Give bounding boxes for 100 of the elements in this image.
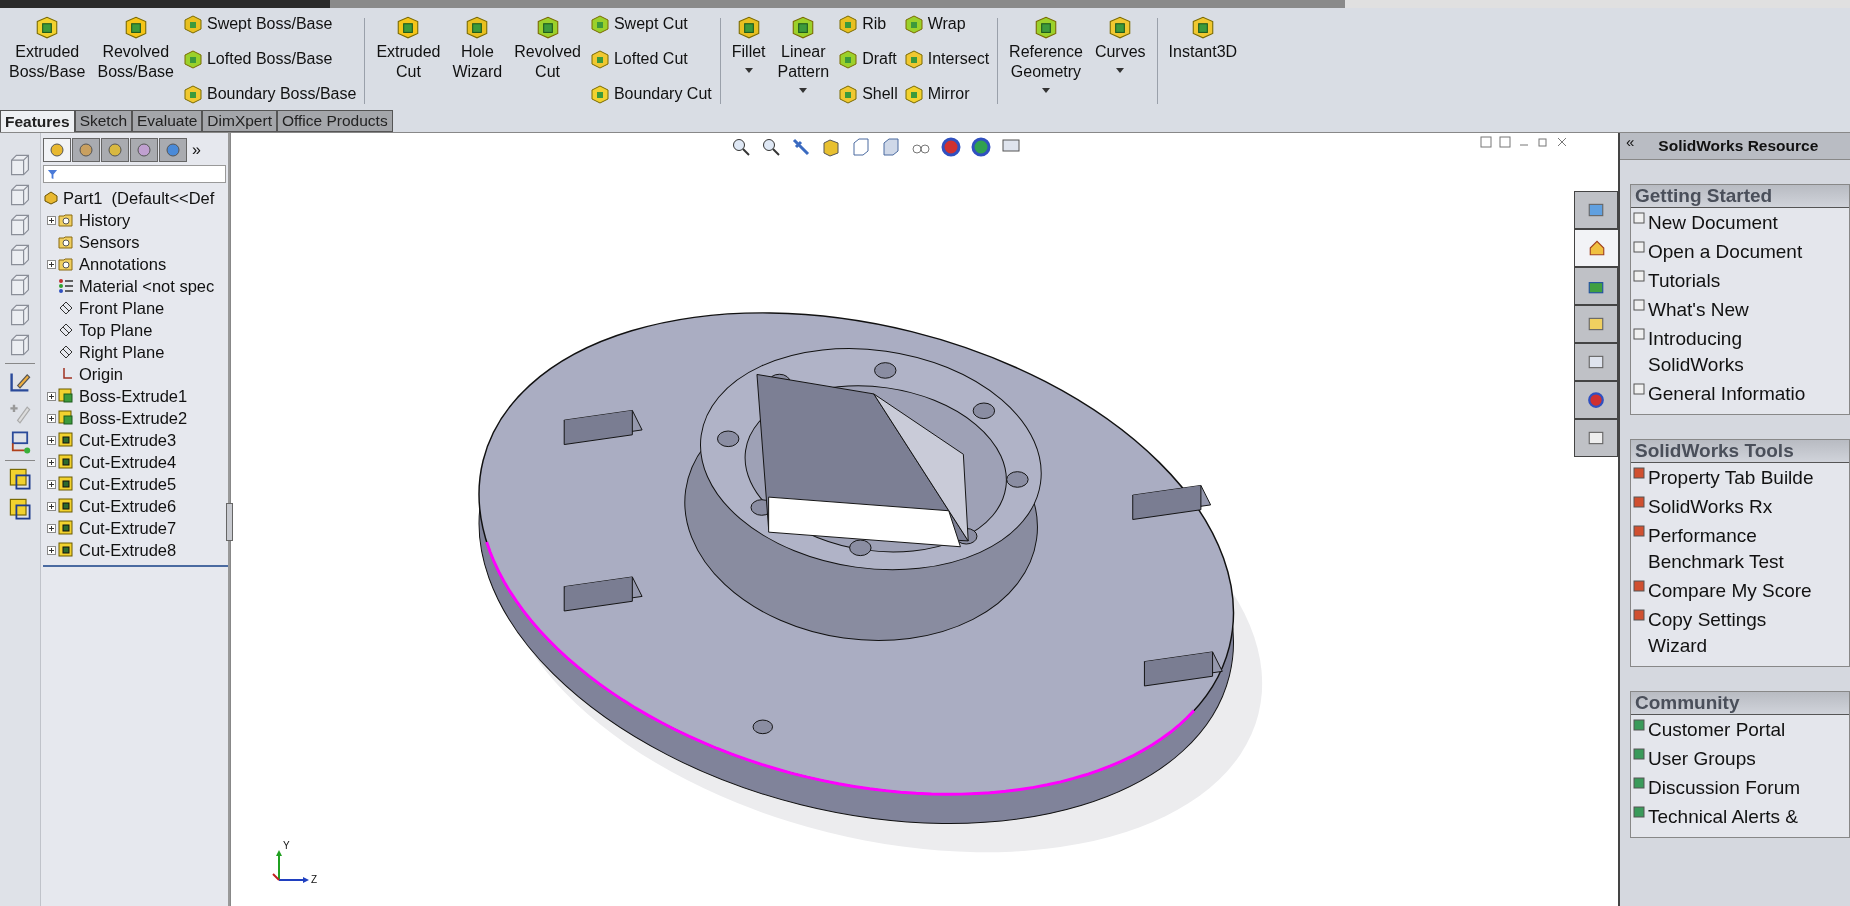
toolbar-button[interactable]: Curves (1091, 12, 1149, 110)
toolbar-button[interactable]: Boundary Boss/Base (182, 84, 357, 104)
sphere-icon[interactable] (971, 137, 991, 157)
toolbar-button[interactable]: Wrap (903, 14, 990, 34)
restore-icon[interactable] (1537, 136, 1549, 148)
sphere-icon[interactable] (941, 137, 961, 157)
resource-link[interactable]: User Groups (1631, 744, 1849, 773)
toolbar-button[interactable]: Revolved Boss/Base (94, 12, 177, 110)
tree-item[interactable]: Cut-Extrude3 (43, 429, 228, 451)
zoom-fit-icon[interactable] (731, 137, 751, 157)
toolbar-button[interactable]: Boundary Cut (589, 84, 712, 104)
expand-icon[interactable] (47, 391, 56, 401)
tree-item[interactable]: Part1 (Default<<Def (43, 187, 228, 209)
toolbar-button[interactable]: Intersect (903, 49, 990, 69)
toolbar-button[interactable]: Swept Boss/Base (182, 14, 357, 34)
panel-tab[interactable] (43, 138, 71, 162)
expand-icon[interactable] (47, 215, 56, 225)
resource-link[interactable]: Copy Settings Wizard (1631, 605, 1849, 660)
tab[interactable]: DimXpert (202, 110, 277, 132)
resource-link[interactable]: General Informatio (1631, 379, 1849, 408)
tree-item[interactable]: Sensors (43, 231, 228, 253)
close-icon[interactable] (1556, 136, 1568, 148)
previous-view-icon[interactable] (791, 137, 811, 157)
tree-item[interactable]: Boss-Extrude2 (43, 407, 228, 429)
view-cube-icon[interactable] (8, 273, 32, 297)
resource-link[interactable]: Customer Portal (1631, 715, 1849, 744)
resource-link[interactable]: Open a Document (1631, 237, 1849, 266)
tree-item[interactable]: Top Plane (43, 319, 228, 341)
toolbar-button[interactable]: Reference Geometry (1006, 12, 1086, 110)
view-cube-icon[interactable] (8, 243, 32, 267)
expand-icon[interactable] (47, 435, 56, 445)
tab[interactable]: Features (0, 110, 75, 132)
toolbar-button[interactable]: Extruded Cut (373, 12, 444, 110)
filter-field[interactable] (43, 165, 226, 183)
expand-icon[interactable] (47, 259, 56, 269)
tree-item[interactable]: Cut-Extrude8 (43, 539, 228, 561)
toolbar-button[interactable]: Shell (838, 84, 898, 104)
panel-splitter-handle[interactable] (226, 503, 233, 541)
tree-item[interactable]: Right Plane (43, 341, 228, 363)
tree-item[interactable]: Origin (43, 363, 228, 385)
expand-icon[interactable] (47, 545, 56, 555)
resource-link[interactable]: New Document (1631, 208, 1849, 237)
panel-tab[interactable] (101, 138, 129, 162)
expand-icon[interactable] (47, 413, 56, 423)
toolbar-button[interactable]: Fillet (728, 12, 769, 110)
toolbar-button[interactable]: Hole Wizard (449, 12, 506, 110)
task-pane-tab[interactable] (1574, 419, 1618, 457)
panel-tab[interactable] (72, 138, 100, 162)
tab[interactable]: Evaluate (132, 110, 203, 132)
task-pane-tab[interactable] (1574, 267, 1618, 305)
collapse-chevron[interactable]: « (1620, 133, 1641, 150)
toolbar-button[interactable]: Instant3D (1165, 12, 1241, 110)
expand-icon[interactable] (47, 479, 56, 489)
panel-tab[interactable] (159, 138, 187, 162)
tree-item[interactable]: Front Plane (43, 297, 228, 319)
resource-link[interactable]: Tutorials (1631, 266, 1849, 295)
expand-icon[interactable] (47, 523, 56, 533)
panel-tab[interactable] (130, 138, 158, 162)
resource-link[interactable]: Property Tab Builde (1631, 463, 1849, 492)
zoom-area-icon[interactable] (761, 137, 781, 157)
resource-link[interactable]: Technical Alerts & (1631, 802, 1849, 831)
feature-cube-icon[interactable] (8, 497, 32, 521)
resource-link[interactable]: Discussion Forum (1631, 773, 1849, 802)
toolbar-button[interactable]: Draft (838, 49, 898, 69)
tree-item[interactable]: Boss-Extrude1 (43, 385, 228, 407)
resource-link[interactable]: Compare My Score (1631, 576, 1849, 605)
toolbar-button[interactable]: Extruded Boss/Base (6, 12, 89, 110)
tree-item[interactable]: History (43, 209, 228, 231)
tree-item[interactable]: Cut-Extrude7 (43, 517, 228, 539)
toolbar-button[interactable]: Rib (838, 14, 898, 34)
view-cube-icon[interactable] (8, 303, 32, 327)
tree-item[interactable]: Cut-Extrude5 (43, 473, 228, 495)
view-cube-icon[interactable] (8, 183, 32, 207)
toolbar-button[interactable]: Linear Pattern (774, 12, 833, 110)
feature-cube-icon[interactable] (8, 467, 32, 491)
cube-icon[interactable] (851, 137, 871, 157)
task-pane-tab[interactable] (1574, 343, 1618, 381)
task-pane-tab[interactable] (1574, 191, 1618, 229)
more-tabs-chevron[interactable]: » (192, 141, 201, 159)
toolbar-button[interactable]: Lofted Boss/Base (182, 49, 357, 69)
tile-right-icon[interactable] (1499, 136, 1511, 148)
resource-link[interactable]: Introducing SolidWorks (1631, 324, 1849, 379)
tree-item[interactable]: Material <not spec (43, 275, 228, 297)
toolbar-button[interactable]: Swept Cut (589, 14, 712, 34)
tab[interactable]: Office Products (276, 110, 393, 132)
view-cube-icon[interactable] (8, 153, 32, 177)
view-cube-icon[interactable] (8, 333, 32, 357)
resource-link[interactable]: What's New (1631, 295, 1849, 324)
tab[interactable]: Sketch (74, 110, 132, 132)
tree-item[interactable]: Cut-Extrude4 (43, 451, 228, 473)
resource-link[interactable]: SolidWorks Rx (1631, 492, 1849, 521)
cube-icon[interactable] (881, 137, 901, 157)
task-pane-tab[interactable] (1574, 305, 1618, 343)
task-pane-tab[interactable] (1574, 229, 1618, 267)
toolbar-button[interactable]: Mirror (903, 84, 990, 104)
toolbar-button[interactable]: Revolved Cut (511, 12, 584, 110)
expand-icon[interactable] (47, 457, 56, 467)
task-pane-tab[interactable] (1574, 381, 1618, 419)
tree-item[interactable]: Cut-Extrude6 (43, 495, 228, 517)
expand-icon[interactable] (47, 501, 56, 511)
